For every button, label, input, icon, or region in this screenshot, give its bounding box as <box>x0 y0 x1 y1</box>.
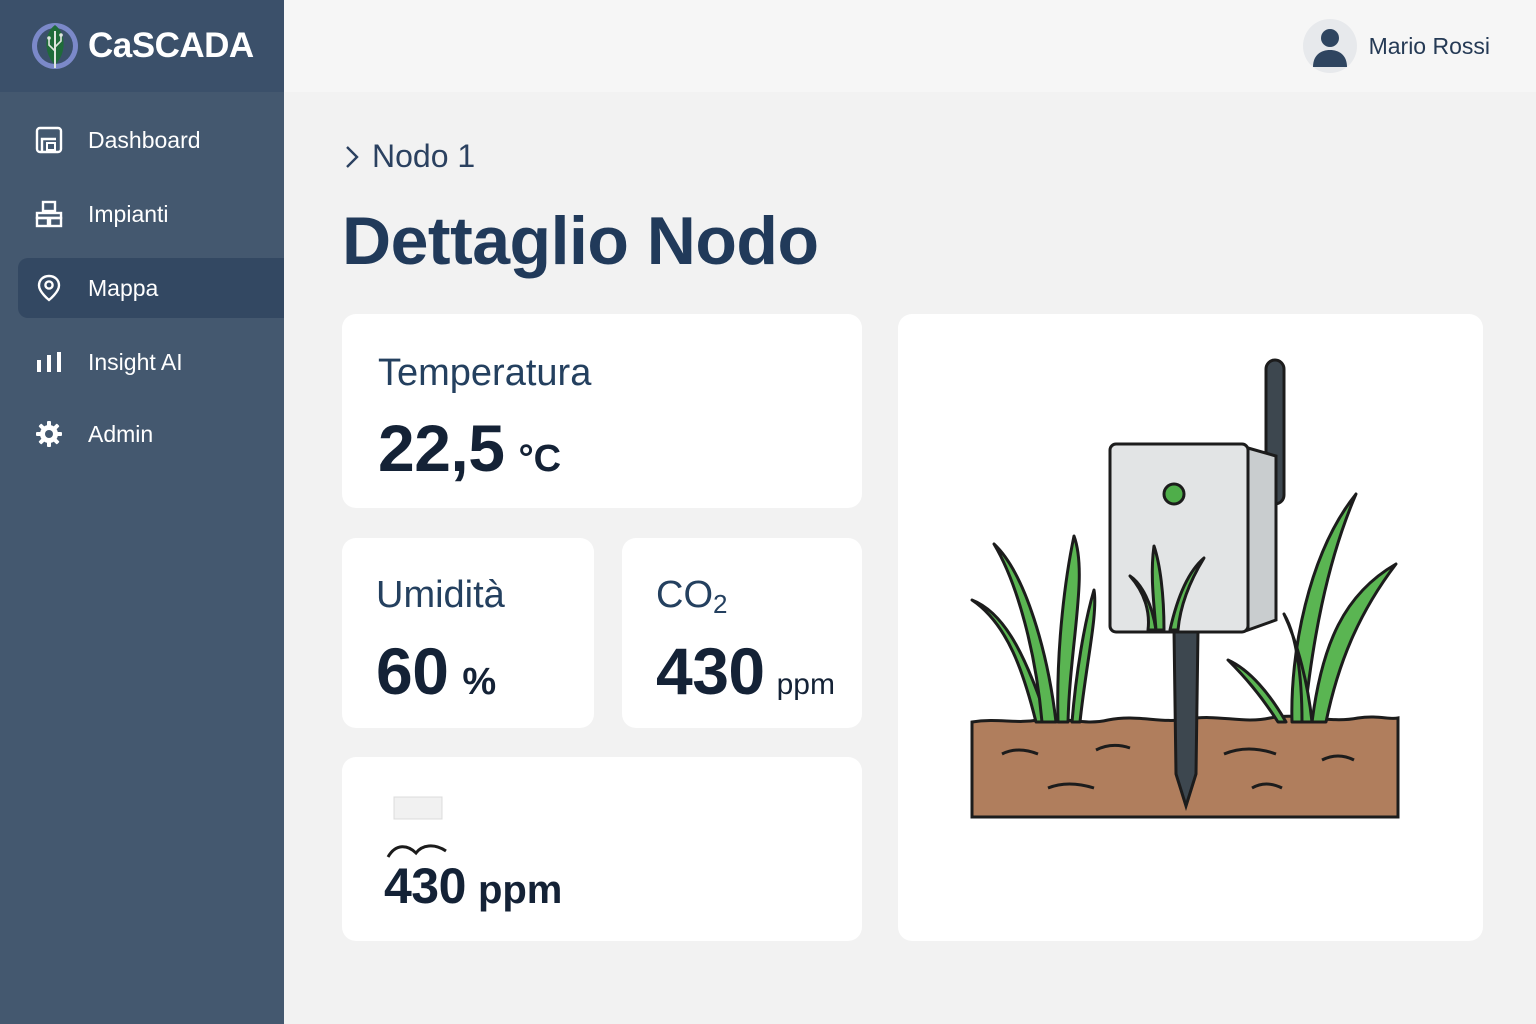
sidebar-item-label: Admin <box>88 420 154 447</box>
co2-value: 430 ppm <box>656 633 835 709</box>
temperature-value: 22,5 °C <box>378 410 561 486</box>
page-title: Dettaglio Nodo <box>342 203 819 279</box>
humidity-card: Umidità 60 % <box>342 538 594 728</box>
sidebar-item-label: Dashboard <box>88 126 201 153</box>
leaf-logo-icon <box>32 23 78 69</box>
brand[interactable]: CaSCADA <box>0 0 284 92</box>
co2-label: CO2 <box>656 574 728 619</box>
user-menu[interactable]: Mario Rossi <box>1302 19 1490 73</box>
temperature-number: 22,5 <box>378 411 505 485</box>
sidebar-item-admin[interactable]: Admin <box>18 404 284 464</box>
fourth-metric-card: 430 ppm <box>342 757 862 941</box>
co2-card: CO2 430 ppm <box>622 538 862 728</box>
brand-name: CaSCADA <box>88 26 254 65</box>
sidebar-item-label: Mappa <box>88 274 159 301</box>
breadcrumb: Nodo 1 <box>342 138 475 175</box>
temperature-label: Temperatura <box>378 352 592 394</box>
user-avatar-icon <box>1302 19 1357 73</box>
humidity-value: 60 % <box>376 633 496 709</box>
fourth-metric-value: 430 ppm <box>384 857 562 915</box>
humidity-unit: % <box>462 661 497 703</box>
sidebar-item-label: Impianti <box>88 200 169 227</box>
temperature-card: Temperatura 22,5 °C <box>342 314 862 508</box>
user-name: Mario Rossi <box>1368 32 1490 59</box>
fourth-metric-unit: ppm <box>477 868 563 912</box>
breadcrumb-current[interactable]: Nodo 1 <box>372 138 475 175</box>
temperature-unit: °C <box>518 438 562 480</box>
map-pin-icon <box>34 273 64 303</box>
humidity-label: Umidità <box>376 574 505 616</box>
sensor-node-illustration <box>970 358 1400 819</box>
sidebar-item-dashboard[interactable]: Dashboard <box>18 110 284 170</box>
sidebar-item-impianti[interactable]: Impianti <box>18 184 284 244</box>
humidity-number: 60 <box>376 634 449 708</box>
sidebar-item-mappa[interactable]: Mappa <box>18 258 284 318</box>
fourth-metric-number: 430 <box>384 858 466 914</box>
plants-icon <box>34 199 64 229</box>
bar-chart-icon <box>34 347 64 377</box>
sidebar-item-label: Insight AI <box>88 348 183 375</box>
co2-number: 430 <box>656 634 765 708</box>
dashboard-icon <box>34 125 64 155</box>
sidebar-item-insight-ai[interactable]: Insight AI <box>18 332 284 392</box>
chevron-right-icon <box>346 145 359 168</box>
gear-icon <box>34 419 64 449</box>
sidebar: CaSCADA Dashboard Impianti Mappa Insight… <box>0 0 284 1024</box>
top-bar: Mario Rossi <box>284 0 1536 92</box>
sidebar-nav: Dashboard Impianti Mappa Insight AI Admi… <box>0 92 284 464</box>
sensor-glitch-icon <box>386 796 447 858</box>
node-illustration-card <box>898 314 1483 941</box>
co2-unit: ppm <box>776 668 835 701</box>
